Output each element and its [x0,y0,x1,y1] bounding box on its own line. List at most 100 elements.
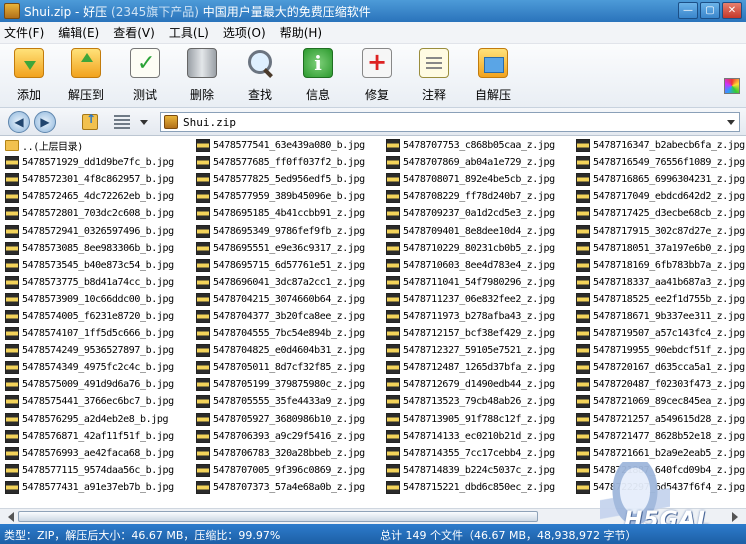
menu-edit[interactable]: 编辑(E) [58,24,99,41]
file-row[interactable]: 5478705199_379875980c_z.jpg [191,376,365,393]
file-row[interactable]: 5478708071_892e4be5cb_z.jpg [381,171,555,188]
file-row[interactable]: 5478716865_6996304231_z.jpg [571,171,745,188]
file-row[interactable]: 5478695349_9786fef9fb_z.jpg [191,222,365,239]
file-row[interactable]: 5478720167_d635cca5a1_z.jpg [571,359,745,376]
file-row[interactable]: 5478713905_91f788c12f_z.jpg [381,411,555,428]
file-row[interactable]: 5478706783_320a28bbeb_z.jpg [191,445,365,462]
file-row[interactable]: 5478573085_8ee983306b_b.jpg [0,240,174,257]
back-button[interactable]: ◀ [8,111,30,133]
repair-button[interactable]: 修复 [352,48,402,103]
menu-help[interactable]: 帮助(H) [280,24,322,41]
file-row[interactable]: 5478577685_ff0ff037f2_b.jpg [191,154,365,171]
file-row[interactable]: 5478707373_57a4e68a0b_z.jpg [191,479,365,496]
minimize-button[interactable]: — [678,2,698,19]
file-row[interactable]: 5478577431_a91e37eb7b_b.jpg [0,479,174,496]
file-row[interactable]: 5478695185_4b41ccbb91_z.jpg [191,205,365,222]
scroll-thumb[interactable] [18,511,538,522]
file-row[interactable]: 5478695551_e9e36c9317_z.jpg [191,240,365,257]
delete-button[interactable]: 删除 [177,48,227,103]
file-row[interactable]: 5478575009_491d9d6a76_b.jpg [0,376,174,393]
file-row[interactable]: 5478706393_a9c29f5416_z.jpg [191,428,365,445]
file-row[interactable]: 5478718051_37a197e6b0_z.jpg [571,240,745,257]
menu-view[interactable]: 查看(V) [113,24,155,41]
view-mode-icon[interactable] [114,115,130,129]
file-row[interactable]: 5478572301_4f8c862957_b.jpg [0,171,174,188]
sfx-button[interactable]: 自解压 [468,48,518,103]
file-row[interactable]: 5478721069_89cec845ea_z.jpg [571,393,745,410]
menu-file[interactable]: 文件(F) [4,24,44,41]
path-dropdown-icon[interactable] [727,120,735,129]
file-row[interactable]: 5478576295_a2d4eb2e8_b.jpg [0,411,174,428]
file-row[interactable]: 5478577959_389b45096e_b.jpg [191,188,365,205]
file-row[interactable]: 5478717425_d3ecbe68cb_z.jpg [571,205,745,222]
file-row[interactable]: 5478705927_3680986b10_z.jpg [191,411,365,428]
file-row[interactable]: 5478711973_b278afba43_z.jpg [381,308,555,325]
file-row[interactable]: 5478717915_302c87d27e_z.jpg [571,222,745,239]
close-button[interactable]: ✕ [722,2,742,19]
file-row[interactable]: 5478711237_06e832fee2_z.jpg [381,291,555,308]
file-row[interactable]: 5478575441_3766ec6bc7_b.jpg [0,393,174,410]
file-row[interactable]: 5478718337_aa41b687a3_z.jpg [571,274,745,291]
file-row[interactable]: 5478577825_5ed956edf5_b.jpg [191,171,365,188]
file-row[interactable]: 5478709401_8e8dee10d4_z.jpg [381,222,555,239]
file-row[interactable]: 5478721477_8628b52e18_z.jpg [571,428,745,445]
file-row[interactable]: 5478572465_4dc72262eb_b.jpg [0,188,174,205]
file-row[interactable]: 5478705011_8d7cf32f85_z.jpg [191,359,365,376]
path-field[interactable]: Shui.zip [160,112,740,132]
file-row[interactable]: 5478696041_3dc87a2cc1_z.jpg [191,274,365,291]
file-row[interactable]: 5478574349_4975fc2c4c_b.jpg [0,359,174,376]
file-row[interactable]: 5478574005_f6231e8720_b.jpg [0,308,174,325]
maximize-button[interactable]: ▢ [700,2,720,19]
file-row[interactable]: 5478707005_9f396c0869_z.jpg [191,462,365,479]
file-row[interactable]: 5478709237_0a1d2cd5e3_z.jpg [381,205,555,222]
file-row[interactable]: 5478717049_ebdcd642d2_z.jpg [571,188,745,205]
up-folder-icon[interactable] [82,112,98,130]
file-row[interactable]: 5478719507_a57c143fc4_z.jpg [571,325,745,342]
file-row[interactable]: 5478572801_703dc2c608_b.jpg [0,205,174,222]
file-row[interactable]: 5478704215_3074660b64_z.jpg [191,291,365,308]
test-button[interactable]: 测试 [120,48,170,103]
file-row[interactable]: 5478712487_1265d37bfa_z.jpg [381,359,555,376]
file-row[interactable]: 5478718169_6fb783bb7a_z.jpg [571,257,745,274]
file-row[interactable]: 5478572941_0326597496_b.jpg [0,222,174,239]
file-row[interactable]: 5478721257_a549615d28_z.jpg [571,411,745,428]
file-row[interactable]: 5478577115_9574daa56c_b.jpg [0,462,174,479]
file-row[interactable]: 5478710229_80231cb0b5_z.jpg [381,240,555,257]
file-row[interactable]: 5478576993_ae42faca68_b.jpg [0,445,174,462]
file-row[interactable]: 5478704377_3b20fca8ee_z.jpg [191,308,365,325]
file-row[interactable]: 5478707753_c868b05caa_z.jpg [381,137,555,154]
info-button[interactable]: 信息 [293,48,343,103]
file-row[interactable]: 5478710603_8ee4d783e4_z.jpg [381,257,555,274]
file-row[interactable]: 5478719955_90ebdcf51f_z.jpg [571,342,745,359]
find-button[interactable]: 查找 [235,48,285,103]
scroll-left-icon[interactable] [3,512,14,522]
forward-button[interactable]: ▶ [34,111,56,133]
file-row[interactable]: 5478705555_35fe4433a9_z.jpg [191,393,365,410]
file-row[interactable]: 5478715221_dbd6c850ec_z.jpg [381,479,555,496]
file-row[interactable]: 5478574249_9536527897_b.jpg [0,342,174,359]
comment-button[interactable]: 注释 [409,48,459,103]
file-row[interactable]: 5478577541_63e439a080_b.jpg [191,137,365,154]
file-row[interactable]: 5478573545_b40e873c54_b.jpg [0,257,174,274]
menu-options[interactable]: 选项(O) [223,24,266,41]
file-row[interactable]: 5478576871_42af11f51f_b.jpg [0,428,174,445]
file-row[interactable]: 5478573909_10c66ddc00_b.jpg [0,291,174,308]
file-row[interactable]: 5478713523_79cb48ab26_z.jpg [381,393,555,410]
file-row[interactable]: 5478721661_b2a9e2eab5_z.jpg [571,445,745,462]
file-row[interactable]: 5478708229_ff78d240b7_z.jpg [381,188,555,205]
file-row[interactable]: 5478720487_f02303f473_z.jpg [571,376,745,393]
file-row[interactable]: 5478571929_dd1d9be7fc_b.jpg [0,154,174,171]
file-row[interactable]: 5478716347_b2abecb6fa_z.jpg [571,137,745,154]
file-row[interactable]: 5478704555_7bc54e894b_z.jpg [191,325,365,342]
file-row[interactable]: 5478712679_d1490edb44_z.jpg [381,376,555,393]
file-row[interactable]: 5478712327_59105e7521_z.jpg [381,342,555,359]
file-row[interactable]: 5478707869_ab04a1e729_z.jpg [381,154,555,171]
view-mode-dropdown-icon[interactable] [140,120,148,129]
file-row[interactable]: 5478714133_ec0210b21d_z.jpg [381,428,555,445]
file-row[interactable]: 5478711041_54f7980296_z.jpg [381,274,555,291]
file-row[interactable]: 5478574107_1ff5d5c666_b.jpg [0,325,174,342]
file-row[interactable]: 5478718671_9b337ee311_z.jpg [571,308,745,325]
theme-skin-icon[interactable] [724,78,740,94]
file-row[interactable]: 5478712157_bcf38ef429_z.jpg [381,325,555,342]
file-row[interactable]: 5478573775_b8d41a74cc_b.jpg [0,274,174,291]
